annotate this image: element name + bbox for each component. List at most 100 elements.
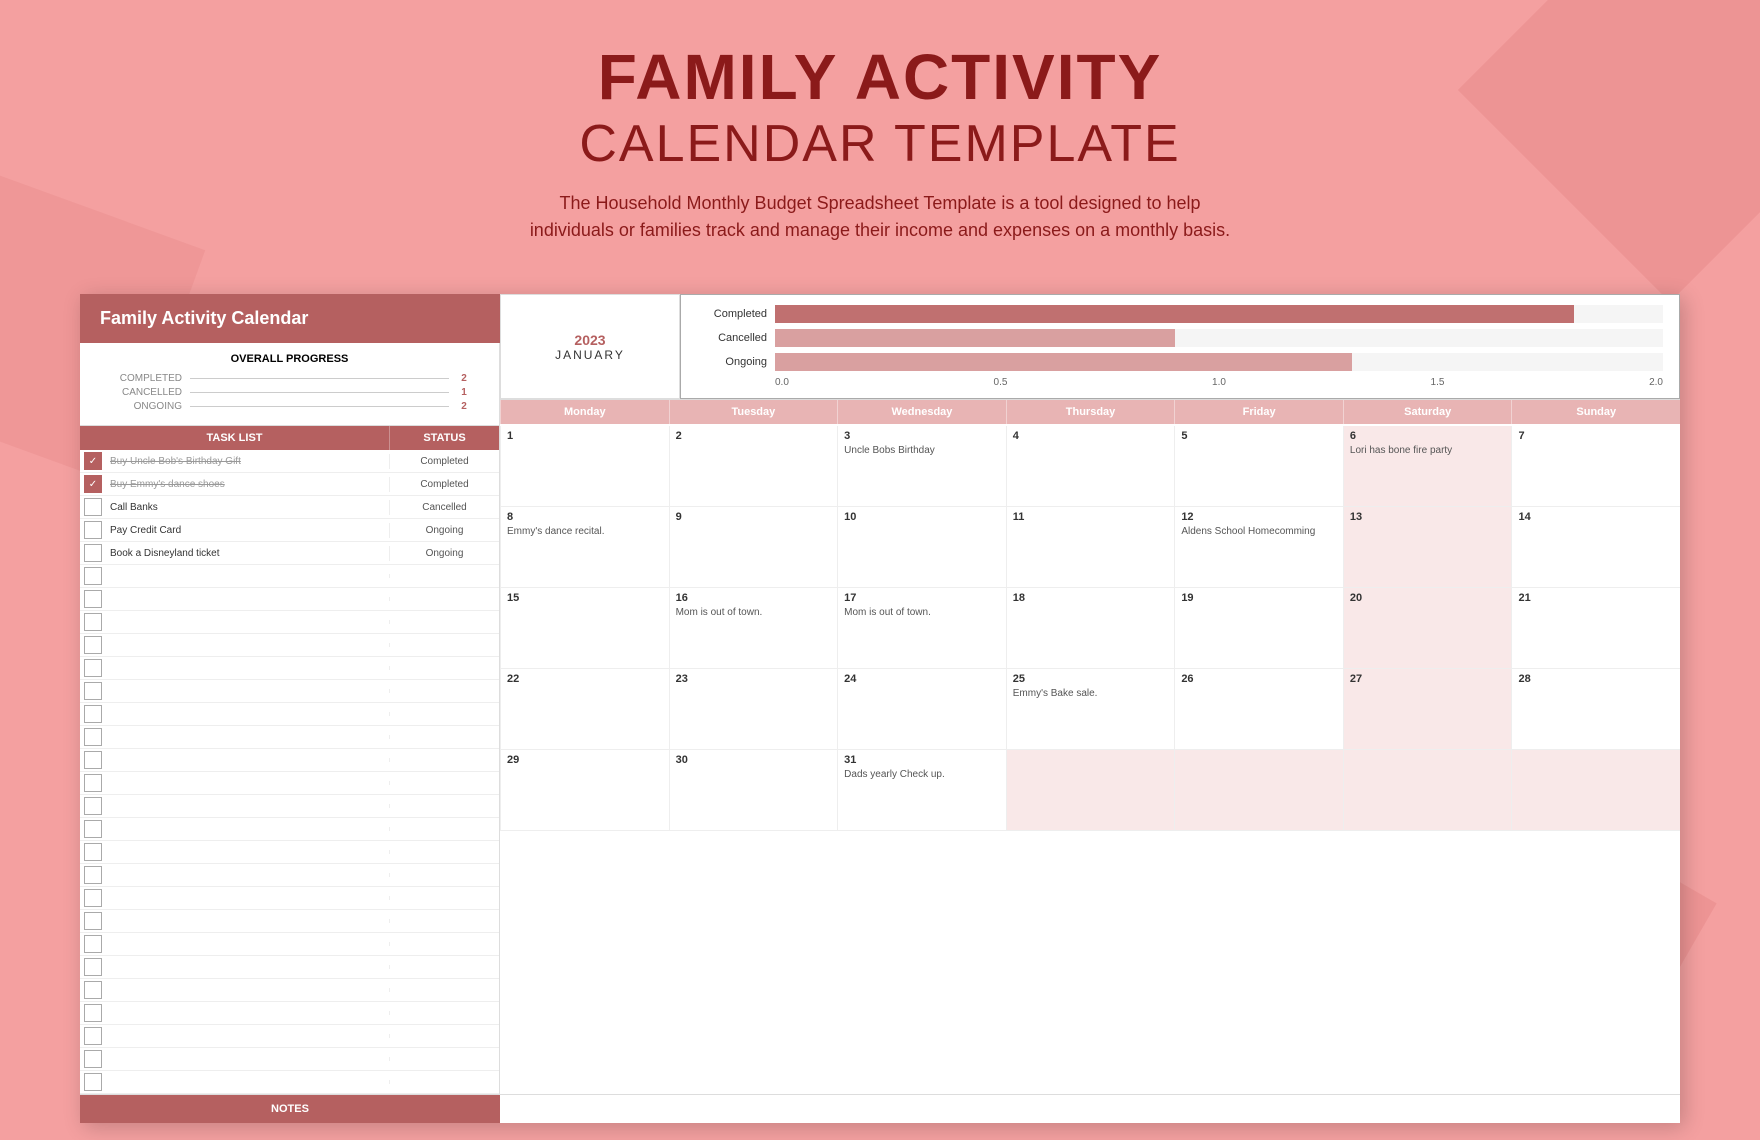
cal-week-1: 8Emmy's dance recital.9101112Aldens Scho… (500, 507, 1680, 588)
cal-cell-w3-d2: 24 (837, 669, 1006, 749)
task-checkbox-1[interactable]: ✓ (84, 475, 102, 493)
task-name-19 (106, 896, 389, 900)
task-status-0: Completed (389, 454, 499, 469)
cal-cell-w0-d5: 6Lori has bone fire party (1343, 426, 1512, 506)
cal-cell-w3-d5: 27 (1343, 669, 1512, 749)
cal-cell-w4-d1: 30 (669, 750, 838, 830)
task-checkbox-18[interactable] (84, 866, 102, 884)
task-checkbox-20[interactable] (84, 912, 102, 930)
cal-day-num-w4-d2: 31 (844, 754, 1000, 766)
cal-cell-w1-d6: 14 (1511, 507, 1680, 587)
task-status-7 (389, 620, 499, 624)
cal-event-w3-d3: Emmy's Bake sale. (1013, 688, 1098, 699)
task-row-11 (80, 703, 499, 726)
task-name-27 (106, 1080, 389, 1084)
cal-header-wednesday: Wednesday (837, 400, 1006, 424)
page-subtitle: The Household Monthly Budget Spreadsheet… (20, 190, 1740, 244)
chart-ongoing-bar-bg (775, 353, 1663, 371)
task-checkbox-13[interactable] (84, 751, 102, 769)
cal-cell-w4-d2: 31 Dads yearly Check up. (837, 750, 1006, 830)
task-checkbox-0[interactable]: ✓ (84, 452, 102, 470)
task-checkbox-23[interactable] (84, 981, 102, 999)
task-checkbox-9[interactable] (84, 659, 102, 677)
task-status-27 (389, 1080, 499, 1084)
task-checkbox-19[interactable] (84, 889, 102, 907)
cal-day-num-w3-d2: 24 (844, 673, 1000, 685)
task-status-20 (389, 919, 499, 923)
task-checkbox-7[interactable] (84, 613, 102, 631)
progress-cancelled-row: CANCELLED 1 (100, 387, 479, 398)
cal-day-num-w1-d4: 12 (1181, 511, 1337, 523)
cal-event-w1-d0: Emmy's dance recital. (507, 526, 605, 537)
task-name-17 (106, 850, 389, 854)
notes-bar: NOTES (80, 1095, 500, 1123)
task-name-23 (106, 988, 389, 992)
task-name-14 (106, 781, 389, 785)
task-status-1: Completed (389, 477, 499, 492)
task-checkbox-14[interactable] (84, 774, 102, 792)
progress-completed-label: COMPLETED (100, 373, 190, 384)
cal-cell-w2-d2: 17Mom is out of town. (837, 588, 1006, 668)
task-checkbox-6[interactable] (84, 590, 102, 608)
task-checkbox-15[interactable] (84, 797, 102, 815)
chart-cancelled-bar (775, 329, 1175, 347)
cal-day-num-w3-d5: 27 (1350, 673, 1506, 685)
cal-day-num-w2-d2: 17 (844, 592, 1000, 604)
task-row-25 (80, 1025, 499, 1048)
cal-cell-w4-d6 (1511, 750, 1680, 830)
cal-event-w0-d2: Uncle Bobs Birthday (844, 445, 935, 456)
task-checkbox-17[interactable] (84, 843, 102, 861)
task-checkbox-24[interactable] (84, 1004, 102, 1022)
task-status-2: Cancelled (389, 500, 499, 515)
task-name-22 (106, 965, 389, 969)
progress-cancelled-value: 1 (449, 387, 479, 398)
task-name-25 (106, 1034, 389, 1038)
cal-day-num-w2-d1: 16 (676, 592, 832, 604)
progress-ongoing-value: 2 (449, 401, 479, 412)
cal-event-w0-d5: Lori has bone fire party (1350, 445, 1452, 456)
task-checkbox-3[interactable] (84, 521, 102, 539)
spreadsheet-top-right: 2023 JANUARY Completed Cancelled (500, 294, 1680, 426)
task-checkbox-4[interactable] (84, 544, 102, 562)
task-checkbox-16[interactable] (84, 820, 102, 838)
cal-day-num-w3-d0: 22 (507, 673, 663, 685)
cal-cell-w3-d3: 25Emmy's Bake sale. (1006, 669, 1175, 749)
task-name-11 (106, 712, 389, 716)
task-checkbox-2[interactable] (84, 498, 102, 516)
chart-axis: 0.0 0.5 1.0 1.5 2.0 (697, 377, 1663, 388)
task-status-16 (389, 827, 499, 831)
task-checkbox-8[interactable] (84, 636, 102, 654)
task-checkbox-25[interactable] (84, 1027, 102, 1045)
task-name-18 (106, 873, 389, 877)
task-checkbox-22[interactable] (84, 958, 102, 976)
task-checkbox-5[interactable] (84, 567, 102, 585)
task-row-10 (80, 680, 499, 703)
task-row-2: Call BanksCancelled (80, 496, 499, 519)
task-name-13 (106, 758, 389, 762)
task-status-22 (389, 965, 499, 969)
task-row-15 (80, 795, 499, 818)
task-checkbox-26[interactable] (84, 1050, 102, 1068)
task-name-8 (106, 643, 389, 647)
task-col-header: TASK LIST (80, 426, 389, 450)
task-status-3: Ongoing (389, 523, 499, 538)
cal-cell-w3-d4: 26 (1174, 669, 1343, 749)
cal-week-4: 293031Dads yearly Check up. (500, 750, 1680, 831)
cal-day-num-w0-d1: 2 (676, 430, 832, 442)
task-checkbox-21[interactable] (84, 935, 102, 953)
task-row-6 (80, 588, 499, 611)
task-checkbox-12[interactable] (84, 728, 102, 746)
task-checkbox-27[interactable] (84, 1073, 102, 1091)
task-name-7 (106, 620, 389, 624)
cal-event-w4-d2: Dads yearly Check up. (844, 769, 945, 780)
task-checkbox-10[interactable] (84, 682, 102, 700)
cal-day-num-w1-d1: 9 (676, 511, 832, 523)
task-name-5 (106, 574, 389, 578)
cal-cell-w0-d3: 4 (1006, 426, 1175, 506)
spreadsheet-bottom: NOTES (80, 1094, 1680, 1123)
task-row-0: ✓Buy Uncle Bob's Birthday GiftCompleted (80, 450, 499, 473)
task-checkbox-11[interactable] (84, 705, 102, 723)
spreadsheet-body: TASK LIST STATUS ✓Buy Uncle Bob's Birthd… (80, 426, 1680, 1094)
cal-cell-w2-d4: 19 (1174, 588, 1343, 668)
task-status-17 (389, 850, 499, 854)
